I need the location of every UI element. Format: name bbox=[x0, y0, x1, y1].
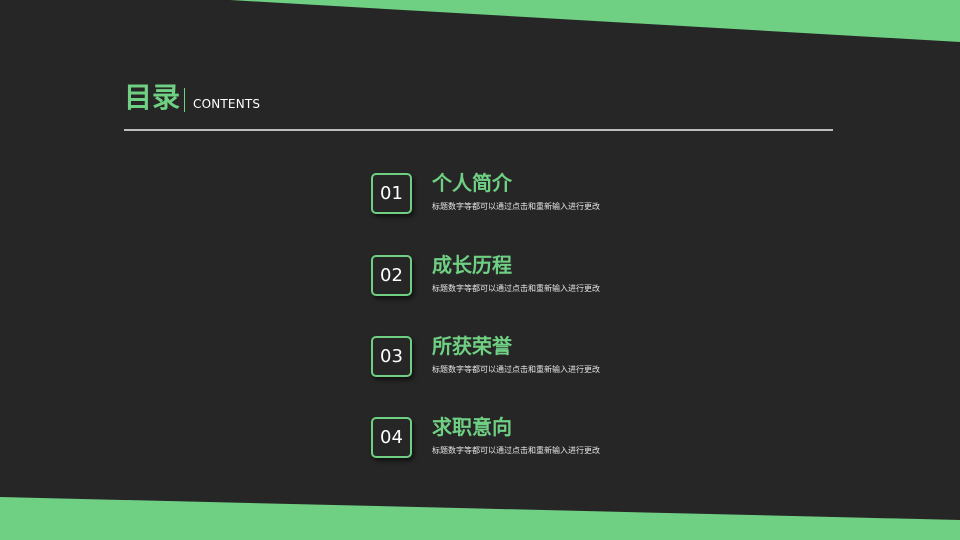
toc-number-badge: 04 bbox=[371, 417, 412, 458]
toc-item-title: 个人简介 bbox=[432, 171, 512, 195]
bottom-green-band bbox=[0, 497, 960, 540]
toc-number-badge: 01 bbox=[371, 173, 412, 214]
title-divider bbox=[184, 88, 185, 112]
toc-item-title: 所获荣誉 bbox=[432, 334, 512, 358]
toc-item-4[interactable]: 04 求职意向 标题数字等都可以通过点击和重新输入进行更改 bbox=[370, 415, 690, 460]
toc-number-badge: 03 bbox=[371, 336, 412, 377]
toc-item-description: 标题数字等都可以通过点击和重新输入进行更改 bbox=[432, 202, 600, 211]
toc-item-title: 成长历程 bbox=[432, 253, 512, 277]
toc-item-description: 标题数字等都可以通过点击和重新输入进行更改 bbox=[432, 284, 600, 293]
toc-item-2[interactable]: 02 成长历程 标题数字等都可以通过点击和重新输入进行更改 bbox=[370, 253, 690, 298]
toc-number-badge: 02 bbox=[371, 255, 412, 296]
page-subtitle: CONTENTS bbox=[193, 97, 261, 111]
contents-slide: 目录 CONTENTS 01 个人简介 标题数字等都可以通过点击和重新输入进行更… bbox=[0, 0, 960, 540]
toc-item-1[interactable]: 01 个人简介 标题数字等都可以通过点击和重新输入进行更改 bbox=[370, 171, 690, 216]
top-green-band bbox=[230, 0, 960, 42]
toc-item-title: 求职意向 bbox=[432, 415, 512, 439]
toc-item-description: 标题数字等都可以通过点击和重新输入进行更改 bbox=[432, 446, 600, 455]
page-title: 目录 bbox=[124, 81, 181, 114]
toc-item-3[interactable]: 03 所获荣誉 标题数字等都可以通过点击和重新输入进行更改 bbox=[370, 334, 690, 379]
toc-item-description: 标题数字等都可以通过点击和重新输入进行更改 bbox=[432, 365, 600, 374]
header-rule bbox=[124, 129, 833, 131]
